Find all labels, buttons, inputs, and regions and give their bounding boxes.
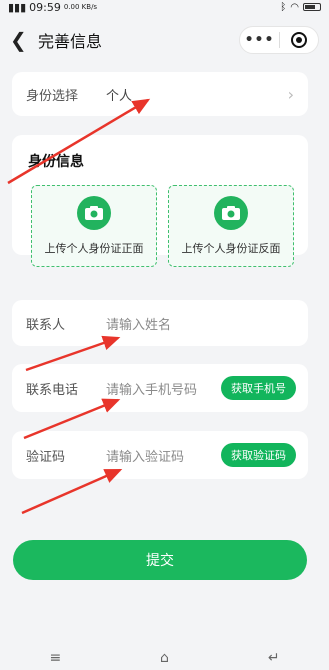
upload-front-caption: 上传个人身份证正面 [44,242,144,255]
get-code-button[interactable]: 获取验证码 [221,443,296,467]
status-time: 09:59 [29,0,61,14]
contact-phone-row: 联系电话 请输入手机号码 获取手机号 [12,364,308,412]
camera-icon [214,196,248,230]
contact-name-row: 联系人 请输入姓名 [12,300,308,346]
contact-name-label: 联系人 [26,317,66,333]
wifi-icon: ◠ [290,1,299,13]
submit-button[interactable]: 提交 [13,540,307,580]
close-mini-program-button[interactable] [280,32,318,48]
contact-name-input[interactable]: 请输入姓名 [106,314,171,333]
contact-phone-input[interactable]: 请输入手机号码 [106,379,197,398]
page-title: 完善信息 [38,32,103,51]
menu-icon[interactable]: ≡ [49,650,61,666]
verification-code-label: 验证码 [26,449,66,465]
network-speed: 0.00 KB/s [63,3,98,11]
upload-id-back-button[interactable]: 上传个人身份证反面 [168,185,294,267]
identity-info-title: 身份信息 [28,154,84,170]
system-navigation-bar: ≡ ⌂ ↵ [0,645,329,670]
bluetooth-icon: ᛒ [280,1,287,13]
target-icon [290,32,307,48]
camera-icon [77,196,111,230]
verification-code-input[interactable]: 请输入验证码 [106,446,184,465]
mini-program-capsule: ••• [239,26,319,54]
back-icon[interactable]: ↵ [268,650,280,666]
identity-info-card: 身份信息 上传个人身份证正面 上传个人身份证反面 [12,135,308,267]
identity-select-row[interactable]: 身份选择 个人 › [12,72,308,116]
navigation-bar: ❮ 完善信息 ••• [0,22,329,58]
identity-select-value: 个人 [106,88,133,104]
more-menu-button[interactable]: ••• [240,32,279,48]
identity-select-label: 身份选择 [26,88,79,104]
status-bar: ▮▮▮ 09:59 0.00 KB/s ᛒ ◠ [0,0,329,14]
signal-icon: ▮▮▮ [8,0,27,14]
contact-phone-label: 联系电话 [26,382,79,398]
back-arrow-icon[interactable]: ❮ [10,28,34,52]
upload-back-caption: 上传个人身份证反面 [181,242,281,255]
get-phone-button[interactable]: 获取手机号 [221,376,296,400]
chevron-right-icon: › [287,84,294,104]
home-icon[interactable]: ⌂ [160,650,169,666]
verification-code-row: 验证码 请输入验证码 获取验证码 [12,431,308,479]
battery-icon [303,3,321,11]
upload-id-front-button[interactable]: 上传个人身份证正面 [31,185,157,267]
